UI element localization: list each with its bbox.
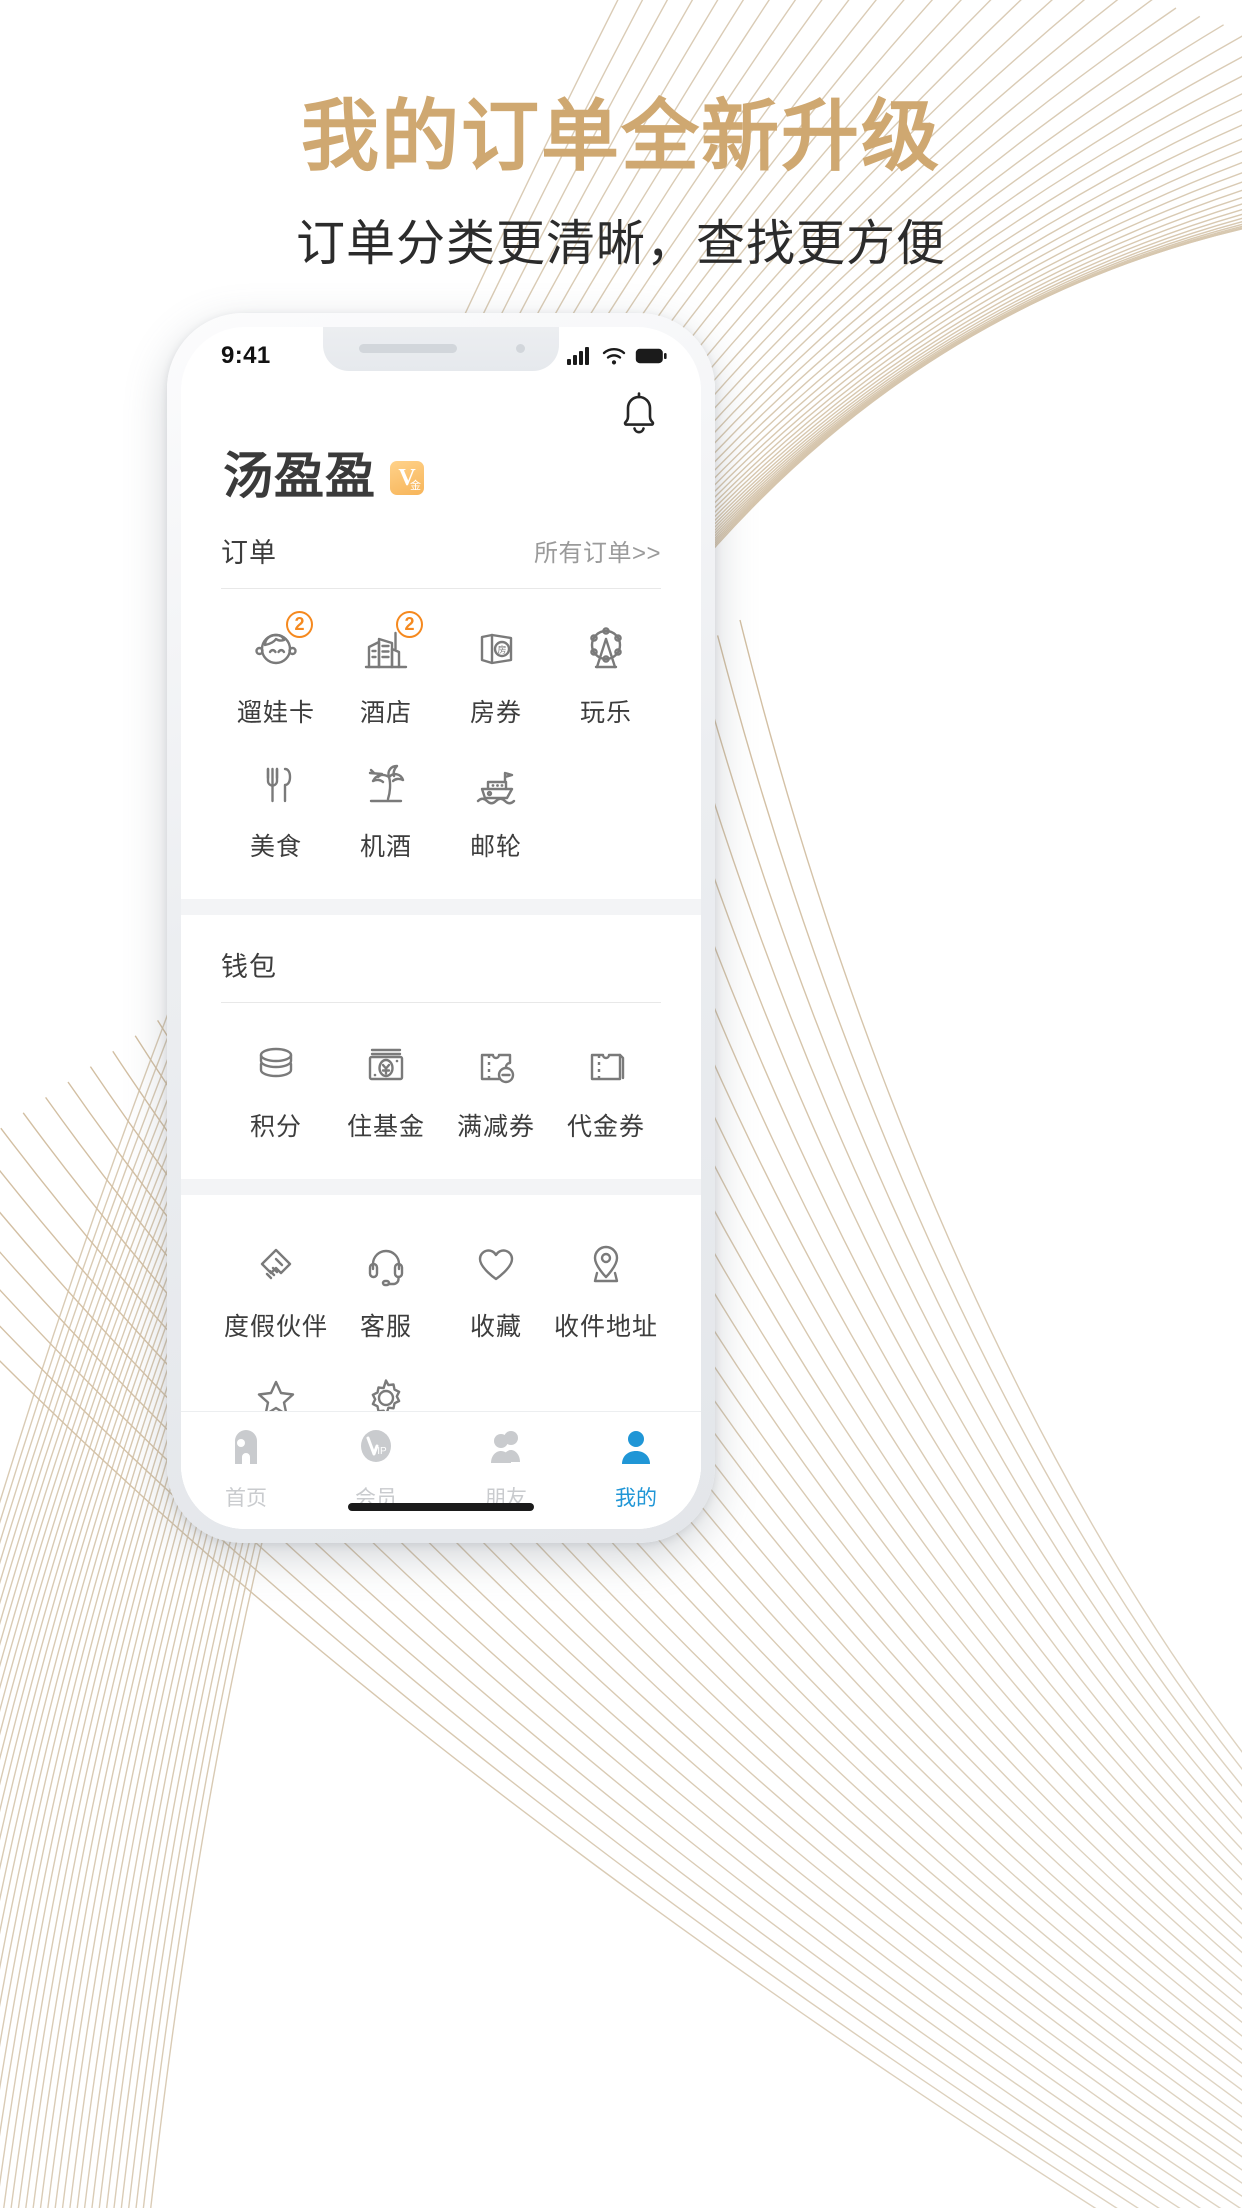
grid-item-住基金[interactable]: 住基金: [331, 1027, 441, 1157]
vip-badge[interactable]: V 金: [390, 461, 424, 495]
wallet-grid: 积分 住基金 满减券 代金券: [221, 1003, 661, 1179]
vip-circle-icon: IP: [356, 1426, 396, 1473]
grid-item-label: 邮轮: [469, 833, 522, 861]
grid-item-label: 机酒: [359, 833, 412, 861]
tab-会员[interactable]: IP 会员: [311, 1426, 441, 1512]
wifi-icon: [602, 348, 626, 365]
grid-item-代金券[interactable]: 代金券: [551, 1027, 661, 1157]
grid-item-label: 积分: [249, 1113, 302, 1141]
tab-我的[interactable]: 我的: [571, 1426, 701, 1512]
promo-banner: 我的订单全新升级 订单分类更清晰，查找更方便: [0, 0, 1242, 275]
status-bar: 9:41: [181, 327, 701, 379]
grid-item-label: 玩乐: [579, 699, 632, 727]
user-name: 汤盈盈: [223, 448, 376, 504]
item-badge: 2: [396, 611, 423, 638]
grid-item-收藏[interactable]: 收藏: [441, 1227, 551, 1357]
svg-text:房: 房: [497, 644, 506, 655]
section-gap: [181, 899, 701, 915]
grid-item-客服[interactable]: 客服: [331, 1227, 441, 1357]
handshake-icon: [249, 1235, 303, 1293]
phone-mockup: 9:41 汤盈盈 V 金 订单 所有订单>> 2 遛娃卡 2 酒店 房 房券 玩…: [167, 313, 715, 1543]
grid-item-label: 遛娃卡: [236, 699, 315, 727]
orders-section: 订单 所有订单>> 2 遛娃卡 2 酒店房房券 玩乐 美食 机酒 邮轮: [181, 501, 701, 899]
headset-icon: [359, 1235, 413, 1293]
cellular-signal-icon: [567, 347, 589, 365]
wallet-section: 钱包 积分 住基金 满减券 代金券: [181, 915, 701, 1179]
person-icon: [616, 1426, 656, 1473]
home-indicator: [348, 1503, 534, 1511]
friends-icon: [486, 1426, 526, 1473]
grid-item-机酒[interactable]: 机酒: [331, 747, 441, 877]
grid-item-label: 酒店: [359, 699, 412, 727]
tab-label: 我的: [615, 1487, 657, 1510]
heart-icon: [469, 1235, 523, 1293]
cruise-ship-icon: [469, 755, 523, 813]
grid-item-label: 代金券: [566, 1113, 645, 1141]
grid-item-酒店[interactable]: 2 酒店: [331, 611, 441, 743]
svg-text:IP: IP: [377, 1446, 387, 1457]
all-orders-link[interactable]: 所有订单>>: [534, 533, 661, 568]
grid-item-收件地址[interactable]: 收件地址: [551, 1227, 661, 1357]
grid-item-label: 房券: [469, 699, 522, 727]
tab-label: 首页: [225, 1487, 267, 1510]
location-pin-icon: [579, 1235, 633, 1293]
coins-stack-icon: [249, 1035, 303, 1093]
phone-screen: 9:41 汤盈盈 V 金 订单 所有订单>> 2 遛娃卡 2 酒店 房 房券 玩…: [181, 327, 701, 1529]
banknote-yuan-icon: [359, 1035, 413, 1093]
fork-knife-icon: [249, 755, 303, 813]
voucher-ticket-icon: [579, 1035, 633, 1093]
discount-ticket-icon: [469, 1035, 523, 1093]
promo-subtitle: 订单分类更清晰，查找更方便: [295, 216, 946, 271]
grid-item-度假伙伴[interactable]: 度假伙伴: [221, 1227, 331, 1357]
grid-item-label: 美食: [249, 833, 302, 861]
grid-item-房券[interactable]: 房房券: [441, 613, 551, 743]
palm-plane-icon: [359, 755, 413, 813]
tab-朋友[interactable]: 朋友: [441, 1426, 571, 1512]
item-badge: 2: [286, 611, 313, 638]
section-gap-2: [181, 1179, 701, 1195]
grid-item-label: 住基金: [346, 1113, 425, 1141]
room-voucher-icon: 房: [469, 621, 523, 679]
grid-item-label: 客服: [359, 1313, 412, 1341]
grid-item-label: 收件地址: [553, 1313, 658, 1341]
status-time: 9:41: [221, 342, 271, 369]
app-content: 汤盈盈 V 金 订单 所有订单>> 2 遛娃卡 2 酒店房房券 玩乐 美食 机酒 邮轮: [181, 379, 701, 1529]
grid-item-label: 收藏: [469, 1313, 522, 1341]
bell-icon[interactable]: [617, 391, 661, 437]
grid-item-美食[interactable]: 美食: [221, 747, 331, 877]
battery-icon: [635, 348, 667, 364]
grid-item-label: 度假伙伴: [223, 1313, 328, 1341]
grid-item-满减券[interactable]: 满减券: [441, 1027, 551, 1157]
grid-item-玩乐[interactable]: 玩乐: [551, 613, 661, 743]
orders-title: 订单: [221, 538, 277, 568]
user-profile[interactable]: 汤盈盈 V 金: [181, 437, 701, 501]
grid-item-邮轮[interactable]: 邮轮: [441, 747, 551, 877]
vip-badge-level: 金: [410, 480, 421, 492]
home-door-icon: [226, 1426, 266, 1473]
grid-item-积分[interactable]: 积分: [221, 1027, 331, 1157]
promo-title: 我的订单全新升级: [300, 92, 941, 180]
grid-item-label: 满减券: [456, 1113, 535, 1141]
wallet-title: 钱包: [221, 952, 277, 982]
tab-首页[interactable]: 首页: [181, 1426, 311, 1512]
grid-item-遛娃卡[interactable]: 2 遛娃卡: [221, 611, 331, 743]
ferris-wheel-icon: [579, 621, 633, 679]
bottom-tab-bar: 首页 IP 会员 朋友我的: [181, 1411, 701, 1529]
orders-grid: 2 遛娃卡 2 酒店房房券 玩乐 美食 机酒 邮轮: [221, 589, 661, 899]
